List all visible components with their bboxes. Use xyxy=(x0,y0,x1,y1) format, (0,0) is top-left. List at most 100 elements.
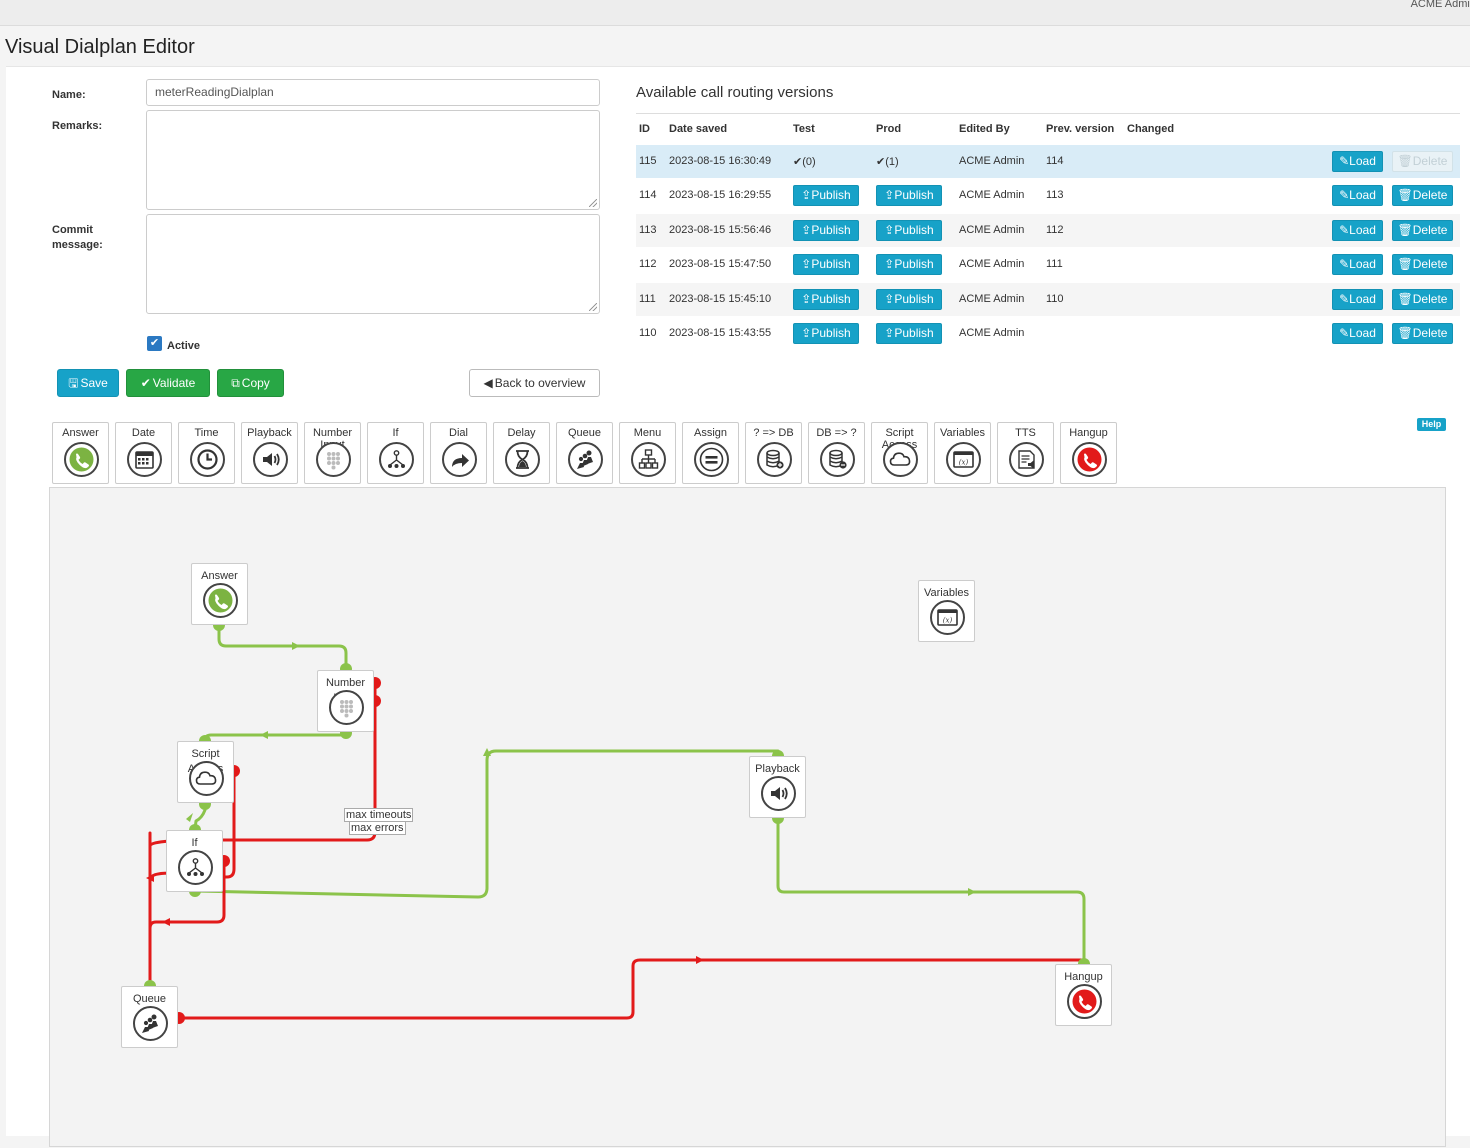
upload-icon: ⇪ xyxy=(801,292,812,306)
version-row[interactable]: 113 2023-08-15 15:56:46 ⇪Publish ⇪Publish AC… xyxy=(636,214,1460,247)
user-menu[interactable]: ACME Admin xyxy=(1411,0,1470,10)
palette-item-db[interactable]: DB => ? xyxy=(808,422,865,484)
palette-item-number-input[interactable]: Number Input xyxy=(304,422,361,484)
load-button[interactable]: ✎Load xyxy=(1332,323,1383,344)
palette-item-variables[interactable]: Variables (x) xyxy=(934,422,991,484)
wire-queue-to-hangup xyxy=(178,958,1086,1020)
remarks-textarea[interactable] xyxy=(146,110,600,210)
version-prev: 110 xyxy=(1046,293,1064,305)
publish-prod-button[interactable]: ⇪Publish xyxy=(876,254,942,275)
resize-handle-icon[interactable] xyxy=(589,303,597,311)
name-input[interactable]: meterReadingDialplan xyxy=(146,79,600,106)
palette-item-delay[interactable]: Delay xyxy=(493,422,550,484)
node-if[interactable]: If xyxy=(166,830,223,892)
dialplan-canvas[interactable]: Answer Variables (x) Number Input Script Acc… xyxy=(49,487,1446,1147)
palette-item-answer[interactable]: Answer xyxy=(52,422,109,484)
palette-item-queue[interactable]: Queue xyxy=(556,422,613,484)
wire-if-to-playback xyxy=(193,749,780,899)
publish-test-button[interactable]: ⇪Publish xyxy=(793,185,859,206)
version-row[interactable]: 114 2023-08-15 16:29:55 ⇪Publish ⇪Publish AC… xyxy=(636,179,1460,212)
copy-button[interactable]: ⧉ Copy xyxy=(217,369,284,397)
publish-prod-button[interactable]: ⇪Publish xyxy=(876,289,942,310)
node-answer[interactable]: Answer xyxy=(191,563,248,625)
validate-button[interactable]: ✔ Validate xyxy=(126,369,210,397)
publish-test-button[interactable]: ⇪Publish xyxy=(793,254,859,275)
trash-icon: 🗑 xyxy=(1397,154,1413,168)
load-button[interactable]: ✎Load xyxy=(1332,220,1383,241)
delete-button[interactable]: 🗑Delete xyxy=(1392,254,1453,275)
publish-test-button[interactable]: ⇪Publish xyxy=(793,220,859,241)
palette-item-playback[interactable]: Playback xyxy=(241,422,298,484)
version-id: 112 xyxy=(639,258,657,270)
back-to-overview-button[interactable]: ◀ Back to overview xyxy=(469,369,600,397)
cloud-icon xyxy=(883,442,918,477)
pencil-icon: ✎ xyxy=(1339,188,1350,202)
active-checkbox[interactable]: ✔ xyxy=(147,336,162,351)
node-playback[interactable]: Playback xyxy=(749,756,806,818)
load-button[interactable]: ✎Load xyxy=(1332,254,1383,275)
column-header-prod: Prod xyxy=(876,123,902,135)
arrow-marker xyxy=(260,731,268,739)
version-row[interactable]: 115 2023-08-15 16:30:49 ✔(0) ✔(1) ACME Admin… xyxy=(636,145,1460,178)
palette-item-label: Time xyxy=(194,427,219,439)
node-variables[interactable]: Variables (x) xyxy=(918,580,975,642)
arrow-left-icon: ◀ xyxy=(483,376,493,390)
publish-prod-button[interactable]: ⇪Publish xyxy=(876,323,942,344)
delete-button[interactable]: 🗑Delete xyxy=(1392,289,1453,310)
sitemap-icon xyxy=(631,442,666,477)
delete-button[interactable]: 🗑Delete xyxy=(1392,185,1453,206)
help-button[interactable]: Help xyxy=(1417,418,1446,431)
versions-title: Available call routing versions xyxy=(636,84,834,101)
publish-prod-button[interactable]: ⇪Publish xyxy=(876,220,942,241)
publish-prod-button[interactable]: ⇪Publish xyxy=(876,185,942,206)
version-row[interactable]: 111 2023-08-15 15:45:10 ⇪Publish ⇪Publish AC… xyxy=(636,283,1460,316)
commit-message-textarea[interactable] xyxy=(146,214,600,314)
remarks-label: Remarks: xyxy=(52,120,103,132)
version-row[interactable]: 112 2023-08-15 15:47:50 ⇪Publish ⇪Publish AC… xyxy=(636,248,1460,281)
palette-item-menu[interactable]: Menu xyxy=(619,422,676,484)
node-number-input[interactable]: Number Input xyxy=(317,670,374,732)
palette-item-tts[interactable]: TTS xyxy=(997,422,1054,484)
hangup-icon xyxy=(1072,442,1107,477)
palette-item-label: Answer xyxy=(62,427,99,439)
version-prev: 113 xyxy=(1046,189,1064,201)
palette-item-dial[interactable]: Dial xyxy=(430,422,487,484)
node-hangup[interactable]: Hangup xyxy=(1055,964,1112,1026)
delete-button[interactable]: 🗑Delete xyxy=(1392,323,1453,344)
palette-item-script-access[interactable]: Script Access xyxy=(871,422,928,484)
palette-item-time[interactable]: Time xyxy=(178,422,235,484)
arrow-marker xyxy=(162,918,170,926)
resize-handle-icon[interactable] xyxy=(589,199,597,207)
publish-test-button[interactable]: ⇪Publish xyxy=(793,289,859,310)
copy-icon: ⧉ xyxy=(231,376,240,390)
palette-item-if[interactable]: If xyxy=(367,422,424,484)
load-button[interactable]: ✎Load xyxy=(1332,185,1383,206)
speaker-icon xyxy=(253,442,288,477)
version-prev: 111 xyxy=(1046,258,1063,270)
palette-item-label: Assign xyxy=(693,427,728,439)
keypad-icon xyxy=(316,442,351,477)
palette-item-date[interactable]: Date xyxy=(115,422,172,484)
forward-arrow-icon xyxy=(442,442,477,477)
palette-item-label: Hangup xyxy=(1069,427,1108,439)
palette-item-db[interactable]: ? => DB xyxy=(745,422,802,484)
node-label: If xyxy=(191,837,198,849)
upload-icon: ⇪ xyxy=(884,223,895,237)
node-queue[interactable]: Queue xyxy=(121,986,178,1048)
palette-item-hangup[interactable]: Hangup xyxy=(1060,422,1117,484)
load-button[interactable]: ✎Load xyxy=(1332,289,1383,310)
load-button[interactable]: ✎Load xyxy=(1332,151,1383,172)
palette-item-assign[interactable]: Assign xyxy=(682,422,739,484)
node-script-access[interactable]: Script Access xyxy=(177,741,234,803)
palette-item-label: Delay xyxy=(507,427,536,439)
delete-button[interactable]: 🗑Delete xyxy=(1392,220,1453,241)
version-prev: 114 xyxy=(1046,155,1064,167)
branch-icon xyxy=(178,850,213,885)
publish-test-button[interactable]: ⇪Publish xyxy=(793,323,859,344)
column-header-changed: Changed xyxy=(1127,123,1175,135)
phone-icon xyxy=(203,583,238,618)
speaker-icon xyxy=(761,776,796,811)
save-button[interactable]: 🖫 Save xyxy=(57,369,119,397)
queue-icon xyxy=(568,442,603,477)
version-row[interactable]: 110 2023-08-15 15:43:55 ⇪Publish ⇪Publish AC… xyxy=(636,317,1460,350)
